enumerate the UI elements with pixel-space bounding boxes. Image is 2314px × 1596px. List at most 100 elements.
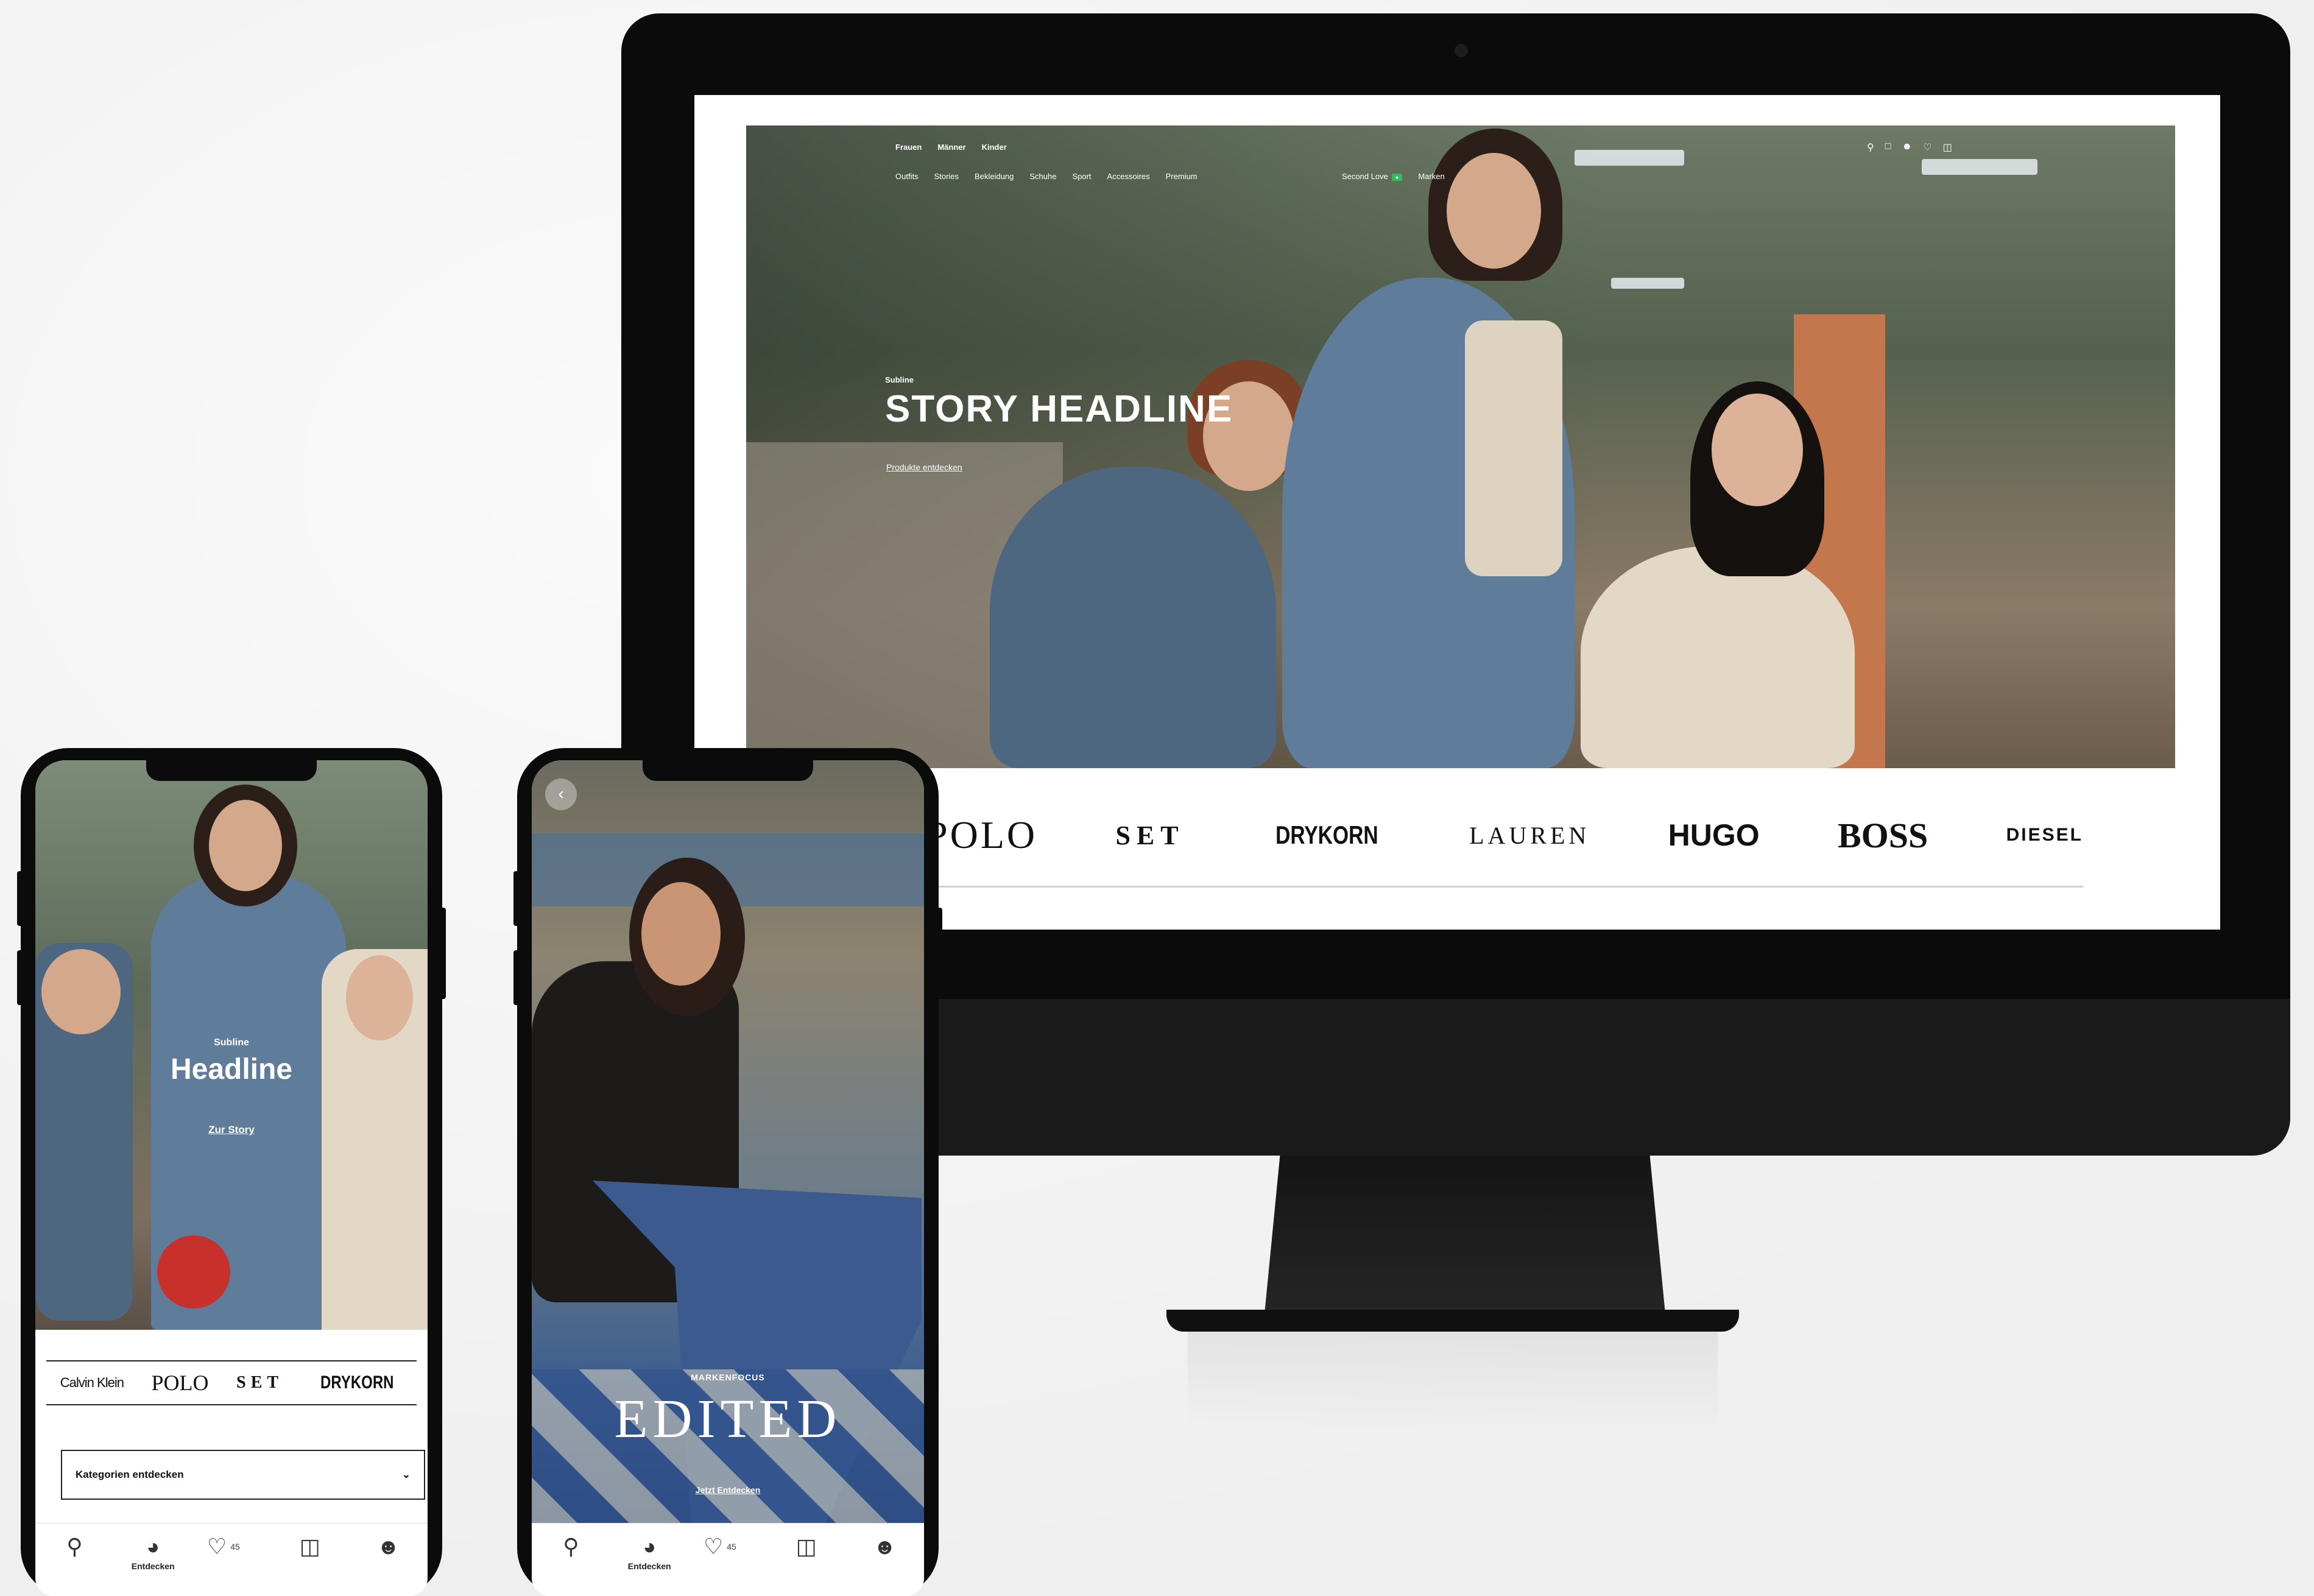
carousel-scrollbar[interactable]	[926, 886, 2083, 888]
heart-icon: ♡	[703, 1534, 724, 1559]
nav-schuhe[interactable]: Schuhe	[1029, 172, 1056, 181]
bag-icon: ◫	[299, 1534, 320, 1559]
model-right	[1581, 546, 1855, 768]
camera-dot	[1455, 44, 1468, 57]
nav-stories[interactable]: Stories	[934, 172, 959, 181]
tab-bag[interactable]: ◫	[286, 1534, 334, 1559]
compass-icon: ◕	[643, 1534, 657, 1559]
nav-kinder[interactable]: Kinder	[982, 143, 1007, 152]
store-icon[interactable]: □	[1885, 141, 1891, 154]
chevron-down-icon: ⌄	[401, 1469, 411, 1480]
nav-marken[interactable]: Marken	[1418, 172, 1444, 181]
hero-cta-link[interactable]: Produkte entdecken	[886, 462, 962, 472]
brand-drykorn[interactable]: DRYKORN	[320, 1372, 393, 1393]
brand-set[interactable]: SET	[1115, 820, 1184, 851]
account-icon: ☻	[376, 1534, 400, 1559]
search-menu-icon: ⚲	[563, 1534, 579, 1559]
ceiling-light	[1575, 150, 1684, 166]
nav-outfits[interactable]: Outfits	[895, 172, 919, 181]
tab-wishlist[interactable]: ♡ 45	[704, 1534, 752, 1559]
nav-frauen[interactable]: Frauen	[895, 143, 922, 152]
brand-boss[interactable]: BOSS	[1838, 815, 1928, 856]
phone-side-button	[17, 950, 23, 1005]
main-nav: Outfits Stories Bekleidung Schuhe Sport …	[895, 172, 1198, 181]
phone-side-button	[936, 908, 942, 999]
tab-search[interactable]: ⚲	[50, 1534, 99, 1559]
wishlist-count: 45	[230, 1542, 240, 1552]
nav-maenner[interactable]: Männer	[937, 143, 965, 152]
phone-side-button	[17, 871, 23, 926]
nav-secondary: Second Love ● Marken	[1342, 172, 1445, 181]
phone-side-button	[513, 871, 520, 926]
back-arrow-icon[interactable]: ‹	[545, 779, 577, 810]
wishlist-count: 45	[727, 1542, 736, 1552]
brand-carousel: POLO SET DRYKORN LAUREN HUGO BOSS DIESEL	[926, 805, 2083, 866]
tab-search[interactable]: ⚲	[546, 1534, 595, 1559]
face	[346, 955, 413, 1040]
edited-logo: EDITED	[614, 1389, 842, 1449]
header-icons: ⚲ □ ☻ ♡ ◫	[1867, 141, 1952, 154]
face	[1712, 394, 1803, 506]
markenfocus-image[interactable]: MARKENFOCUS EDITED Jetzt Entdecken	[532, 760, 924, 1529]
new-badge: ●	[1391, 174, 1403, 181]
hero-subline: Subline	[885, 375, 914, 384]
markenfocus-kicker: MARKENFOCUS	[691, 1372, 765, 1382]
bottom-tab-bar: ⚲ ◕ Entdecken ♡ 45 ◫ ☻	[532, 1523, 924, 1596]
category-dropdown[interactable]: Kategorien entdecken ⌄	[61, 1450, 425, 1500]
tab-account[interactable]: ☻	[364, 1534, 413, 1559]
bottom-tab-bar: ⚲ ◕ Entdecken ♡ 45 ◫ ☻	[35, 1523, 428, 1596]
phone-side-button	[513, 950, 520, 1005]
brand-polo[interactable]: POLO	[926, 813, 1037, 858]
wishlist-icon[interactable]: ♡	[1923, 141, 1931, 154]
bag-icon[interactable]: ◫	[1943, 141, 1952, 154]
hero-banner[interactable]: Frauen Männer Kinder Outfits Stories Bek…	[746, 125, 2175, 768]
monitor-stand-base	[1166, 1310, 1739, 1332]
heart-icon: ♡	[206, 1534, 227, 1559]
account-icon: ☻	[873, 1534, 897, 1559]
brand-strip: Calvin Klein POLO SET DRYKORN	[46, 1360, 417, 1405]
phone-notch	[146, 760, 317, 781]
brand-calvin-klein[interactable]: Calvin Klein	[60, 1375, 124, 1391]
hero-image[interactable]: Subline Headline Zur Story	[35, 760, 428, 1330]
brand-drykorn[interactable]: DRYKORN	[1275, 821, 1378, 850]
tab-entdecken[interactable]: ◕ Entdecken	[625, 1534, 674, 1572]
nav-bekleidung[interactable]: Bekleidung	[975, 172, 1014, 181]
stand-reflection	[1188, 1332, 1718, 1429]
tab-wishlist[interactable]: ♡ 45	[207, 1534, 256, 1559]
monitor-stand	[1264, 1156, 1666, 1320]
second-love-label: Second Love	[1342, 172, 1388, 181]
face	[41, 949, 121, 1034]
nav-accessoires[interactable]: Accessoires	[1107, 172, 1150, 181]
story-subline: Subline	[214, 1037, 249, 1048]
markenfocus-link[interactable]: Jetzt Entdecken	[532, 1485, 924, 1495]
tab-account[interactable]: ☻	[861, 1534, 909, 1559]
nav-premium[interactable]: Premium	[1166, 172, 1198, 181]
face	[1447, 153, 1541, 269]
nav-second-love[interactable]: Second Love ●	[1342, 172, 1403, 181]
brand-lauren[interactable]: LAUREN	[1469, 821, 1590, 850]
face	[641, 882, 721, 986]
story-link[interactable]: Zur Story	[35, 1124, 428, 1136]
phone-left-screen: Subline Headline Zur Story Calvin Klein …	[35, 760, 428, 1596]
tab-label: Entdecken	[131, 1561, 175, 1571]
model-left	[990, 467, 1276, 768]
search-menu-icon: ⚲	[66, 1534, 83, 1559]
account-icon[interactable]: ☻	[1902, 141, 1912, 154]
tab-label: Entdecken	[627, 1561, 671, 1571]
tab-bag[interactable]: ◫	[782, 1534, 831, 1559]
bowling-ball	[157, 1235, 230, 1308]
brand-hugo[interactable]: HUGO	[1668, 817, 1760, 853]
nav-sport[interactable]: Sport	[1072, 172, 1091, 181]
search-icon[interactable]: ⚲	[1867, 141, 1874, 154]
jacket-sleeve	[1465, 320, 1562, 576]
ceiling-light	[1922, 159, 2037, 175]
tab-entdecken[interactable]: ◕ Entdecken	[129, 1534, 177, 1572]
brand-set[interactable]: SET	[236, 1373, 283, 1393]
brand-polo[interactable]: POLO	[152, 1370, 209, 1396]
phone-notch	[643, 760, 813, 781]
brand-diesel[interactable]: DIESEL	[2006, 825, 2083, 846]
dropdown-label: Kategorien entdecken	[76, 1469, 184, 1480]
ceiling-light	[1611, 278, 1684, 289]
story-headline: Headline	[170, 1053, 293, 1086]
face	[209, 800, 282, 891]
